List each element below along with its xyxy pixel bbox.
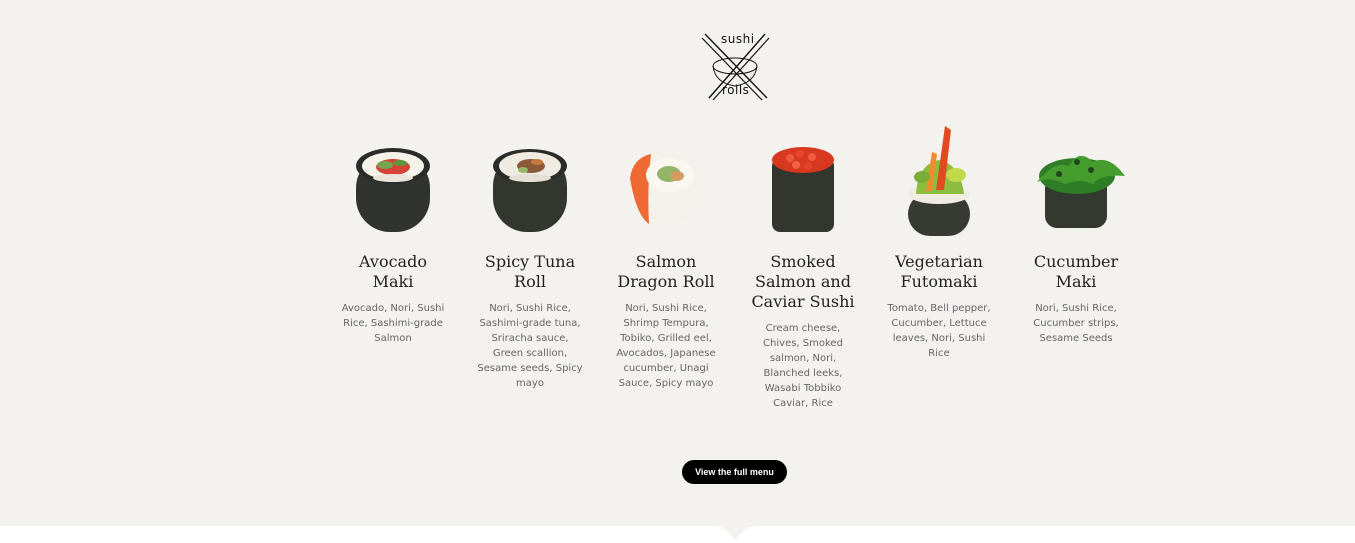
menu-item-smoked-salmon-caviar-sushi[interactable]: Smoked Salmon and Caviar Sushi Cream che…	[743, 118, 863, 411]
spicy-tuna-roll-image	[493, 149, 567, 232]
menu-item-spicy-tuna-roll[interactable]: Spicy Tuna Roll Nori, Sushi Rice, Sashim…	[470, 118, 590, 391]
menu-preview: Avocado Maki Avocado, Nori, Sushi Rice, …	[325, 118, 1145, 428]
vegetarian-futomaki-image	[908, 126, 970, 236]
menu-item-description: Nori, Sushi Rice, Cucumber strips, Sesam…	[1033, 303, 1119, 344]
next-section-band	[0, 526, 1355, 543]
logo-bottom-text: rolls	[722, 83, 749, 97]
menu-item-description: Tomato, Bell pepper, Cucumber, Lettuce l…	[887, 303, 991, 359]
section-divider-notch	[715, 526, 755, 540]
menu-item-title: Spicy Tuna Roll	[484, 252, 576, 291]
menu-item-cucumber-maki[interactable]: Cucumber Maki Nori, Sushi Rice, Cucumber…	[1016, 118, 1136, 346]
salmon-dragon-roll-image	[630, 151, 701, 226]
menu-item-vegetarian-futomaki[interactable]: Vegetarian Futomaki Tomato, Bell pepper,…	[879, 118, 999, 361]
view-full-menu-button[interactable]: View the full menu	[682, 460, 787, 484]
smoked-salmon-caviar-sushi-image	[772, 147, 834, 232]
menu-item-avocado-maki[interactable]: Avocado Maki Avocado, Nori, Sushi Rice, …	[333, 118, 453, 346]
menu-item-description: Cream cheese, Chives, Smoked salmon, Nor…	[763, 323, 843, 409]
avocado-maki-image	[356, 148, 430, 232]
cucumber-maki-image	[1037, 155, 1125, 228]
menu-item-title: Cucumber Maki	[1033, 252, 1119, 291]
menu-item-salmon-dragon-roll[interactable]: Salmon Dragon Roll Nori, Sushi Rice, Shr…	[606, 118, 726, 391]
menu-item-title: Vegetarian Futomaki	[895, 252, 983, 291]
menu-item-title: Salmon Dragon Roll	[617, 252, 715, 291]
logo-top-text: sushi	[721, 32, 755, 46]
menu-item-title: Smoked Salmon and Caviar Sushi	[751, 252, 855, 311]
sushi-rolls-logo: sushi rolls	[701, 32, 770, 101]
menu-item-title: Avocado Maki	[359, 252, 427, 291]
menu-item-description: Nori, Sushi Rice, Sashimi-grade tuna, Sr…	[477, 303, 583, 389]
menu-item-description: Nori, Sushi Rice, Shrimp Tempura, Tobiko…	[616, 303, 716, 389]
menu-item-description: Avocado, Nori, Sushi Rice, Sashimi-grade…	[341, 303, 445, 344]
